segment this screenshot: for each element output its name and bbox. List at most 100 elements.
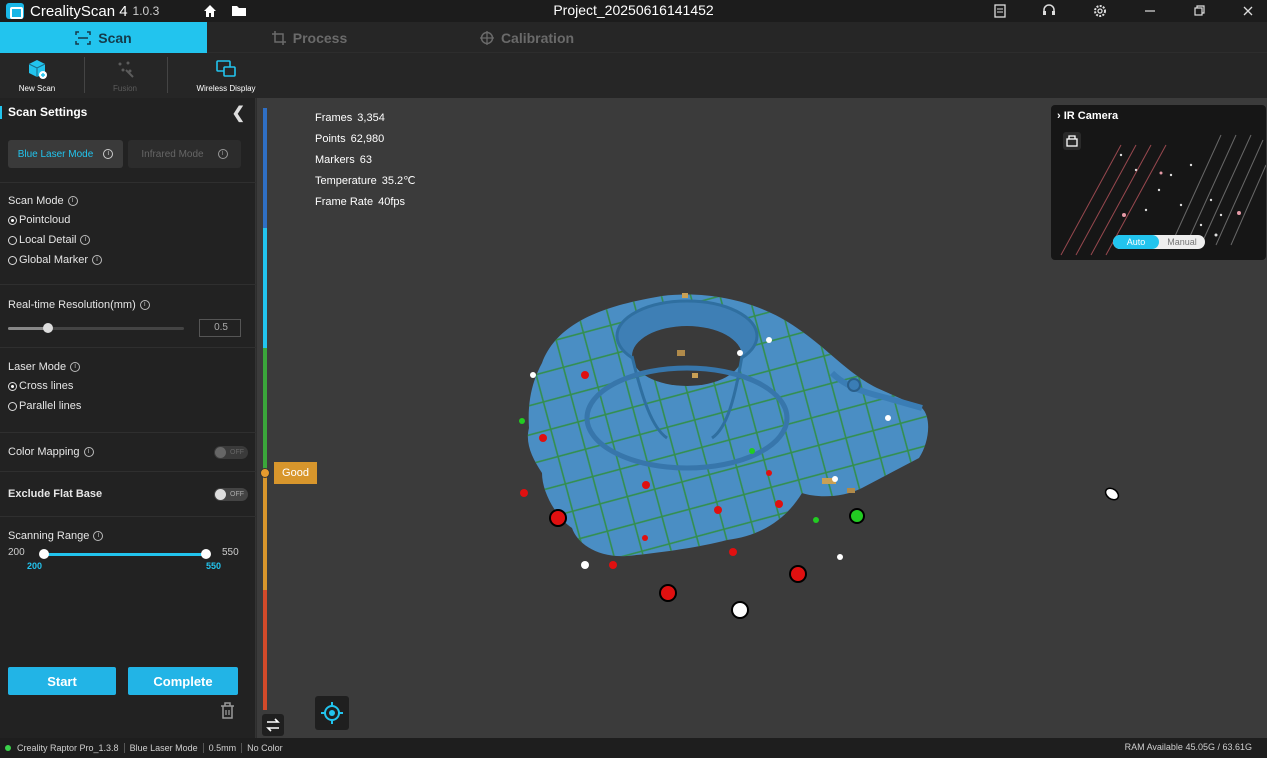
scan-mode-global-marker-radio[interactable]: Global Marker i <box>8 250 248 270</box>
info-icon[interactable]: i <box>80 235 91 245</box>
scan-mode-pointcloud-radio[interactable]: Pointcloud <box>8 210 248 230</box>
3d-viewport[interactable]: Good Frames 3,354 Points 62,980 Markers 63 … <box>257 98 1267 738</box>
scanning-range-section: Scanning Range i 200 550 200 550 <box>0 516 256 586</box>
range-low-thumb[interactable] <box>39 549 49 559</box>
app-logo-icon <box>6 3 24 19</box>
info-icon[interactable]: i <box>139 300 150 311</box>
exposure-mode-toggle[interactable]: Auto Manual <box>1113 235 1205 249</box>
color-mapping-section: Color Mapping i OFF <box>0 432 256 471</box>
tab-scan-label: Scan <box>98 29 132 46</box>
scanning-range-slider[interactable] <box>39 549 211 559</box>
new-scan-cube-icon <box>28 60 47 79</box>
info-icon[interactable]: i <box>67 196 78 207</box>
minimize-icon[interactable] <box>1142 3 1158 19</box>
scan-settings-header: Scan Settings ❮ <box>0 98 255 126</box>
laser-mode-parallel-lines-radio[interactable]: Parallel lines <box>8 396 248 416</box>
resolution-value-field[interactable]: 0.5 <box>199 319 241 337</box>
scan-toolbar: New Scan Fusion Wireless Display <box>0 53 1267 98</box>
scanning-range-label: Scanning Range <box>8 530 90 542</box>
tab-calibration-label: Calibration <box>500 29 575 46</box>
exposure-auto-option[interactable]: Auto <box>1113 235 1159 249</box>
restore-icon[interactable] <box>1191 3 1207 19</box>
status-bar: Creality Raptor Pro_1.3.8 Blue Laser Mod… <box>0 738 1267 758</box>
project-title: Project_20250616141452 <box>553 2 714 18</box>
new-scan-label: New Scan <box>18 84 56 93</box>
main-tabs: Scan Process Calibration <box>0 22 1267 53</box>
status-divider <box>123 743 125 753</box>
blue-laser-mode-label: Blue Laser Mode <box>17 148 94 160</box>
toolbar-divider <box>167 57 168 93</box>
radio-selected-icon <box>8 381 17 391</box>
complete-button[interactable]: Complete <box>128 667 238 695</box>
device-connected-icon <box>5 745 11 751</box>
info-icon[interactable]: i <box>103 149 114 159</box>
range-min-label: 200 <box>8 547 25 558</box>
info-icon[interactable]: i <box>217 149 228 159</box>
infrared-mode-label: Infrared Mode <box>141 148 204 160</box>
radio-label: Local Detail <box>19 234 77 246</box>
wireless-display-icon <box>216 60 236 77</box>
exclude-flat-base-toggle[interactable]: OFF <box>214 487 248 501</box>
ir-camera-title[interactable]: › IR Camera <box>1057 110 1118 122</box>
status-mode: Blue Laser Mode <box>129 743 198 753</box>
radio-selected-icon <box>8 215 17 225</box>
radio-label: Global Marker <box>19 254 89 266</box>
support-icon[interactable] <box>1041 3 1057 19</box>
infrared-mode-button[interactable]: Infrared Mode i <box>128 140 241 168</box>
wireless-display-button[interactable]: Wireless Display <box>190 53 262 98</box>
radio-icon <box>8 235 17 245</box>
laser-mode-cross-lines-radio[interactable]: Cross lines <box>8 376 248 396</box>
title-bar: CrealityScan 4 1.0.3 Project_20250616141… <box>0 0 1267 22</box>
range-high-thumb[interactable] <box>201 549 211 559</box>
status-color: No Color <box>247 743 283 753</box>
trash-icon[interactable] <box>219 701 236 720</box>
status-divider <box>241 743 243 753</box>
close-icon[interactable] <box>1240 3 1256 19</box>
resolution-slider-track[interactable] <box>8 323 184 333</box>
scan-mode-local-detail-radio[interactable]: Local Detail i <box>8 230 248 250</box>
info-icon[interactable]: i <box>93 531 104 542</box>
exposure-manual-option[interactable]: Manual <box>1159 235 1205 249</box>
resolution-slider-fill <box>8 327 49 330</box>
new-scan-button[interactable]: New Scan <box>12 53 62 98</box>
turbo-housing-model <box>527 293 929 557</box>
radio-label: Cross lines <box>19 380 74 392</box>
home-icon[interactable] <box>202 3 218 19</box>
blue-laser-mode-button[interactable]: Blue Laser Mode i <box>8 140 123 168</box>
resolution-section: Real-time Resolution(mm) i 0.5 <box>0 284 256 347</box>
notes-icon[interactable] <box>992 3 1008 19</box>
status-divider <box>202 743 204 753</box>
radio-icon <box>8 255 17 265</box>
fusion-button[interactable]: Fusion <box>100 53 150 98</box>
start-button[interactable]: Start <box>8 667 116 695</box>
collapse-panel-icon[interactable]: ❮ <box>232 103 245 123</box>
exclude-flat-base-section: Exclude Flat Base OFF <box>0 471 256 516</box>
radio-icon <box>8 401 17 411</box>
settings-gear-icon[interactable] <box>1092 3 1108 19</box>
recenter-view-button[interactable] <box>315 696 349 730</box>
tab-scan[interactable]: Scan <box>0 22 207 53</box>
info-icon[interactable]: i <box>83 447 94 458</box>
swap-arrows-icon <box>266 718 280 732</box>
locate-icon <box>321 702 343 724</box>
app-version: 1.0.3 <box>132 4 160 18</box>
range-high-value: 550 <box>206 561 222 571</box>
folder-icon[interactable] <box>231 3 247 19</box>
ram-available: RAM Available 45.05G / 63.61G <box>1124 742 1252 752</box>
tab-process[interactable]: Process <box>207 22 412 53</box>
color-mapping-toggle[interactable]: OFF <box>214 445 248 459</box>
switch-camera-icon[interactable] <box>1063 132 1081 150</box>
info-icon[interactable]: i <box>92 255 103 265</box>
app-name: CrealityScan 4 <box>30 2 128 20</box>
radio-label: Pointcloud <box>19 214 71 226</box>
fusion-icon <box>118 61 134 78</box>
scan-settings-panel: Scan Settings ❮ Blue Laser Mode i Infrar… <box>0 98 256 738</box>
resolution-slider-thumb[interactable] <box>43 323 54 333</box>
crop-icon <box>271 30 286 45</box>
info-icon[interactable]: i <box>70 362 81 373</box>
resolution-label: Real-time Resolution(mm) <box>8 299 136 311</box>
swap-view-button[interactable] <box>262 714 284 736</box>
tab-calibration[interactable]: Calibration <box>412 22 642 53</box>
toolbar-divider <box>84 57 85 93</box>
ir-camera-title-text: IR Camera <box>1063 110 1119 122</box>
